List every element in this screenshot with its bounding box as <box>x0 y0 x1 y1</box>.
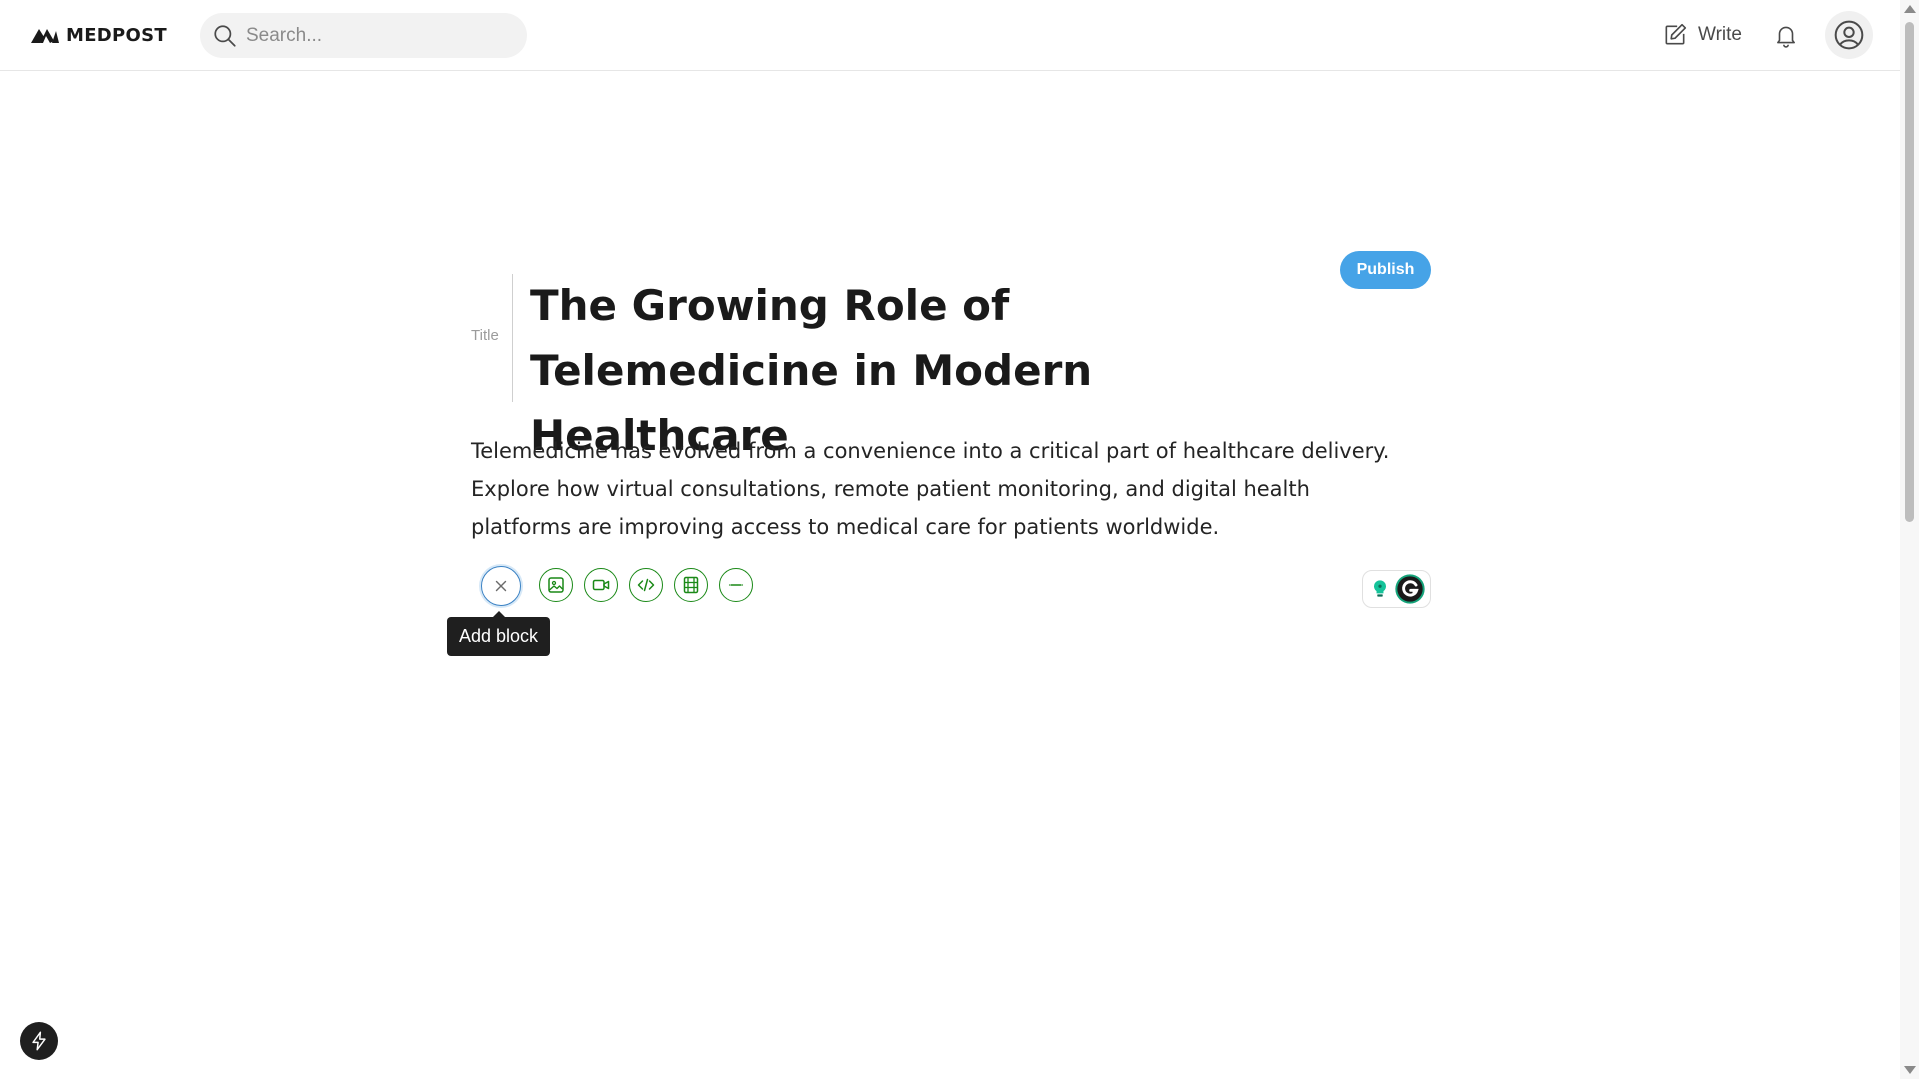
add-code-button[interactable] <box>629 568 663 602</box>
lightning-icon <box>32 1031 46 1051</box>
add-separator-button[interactable] <box>719 568 753 602</box>
film-embed-icon <box>683 576 699 594</box>
code-icon <box>637 578 655 592</box>
page-scrollbar[interactable] <box>1900 0 1919 1079</box>
separator-icon <box>728 584 744 586</box>
write-button[interactable]: Write <box>1662 20 1742 50</box>
logo-mark-icon <box>31 29 59 43</box>
close-icon <box>495 580 507 592</box>
grammarly-icon[interactable] <box>1394 573 1426 605</box>
story-body[interactable]: Telemedicine has evolved from a convenie… <box>471 432 1411 546</box>
user-icon <box>1834 20 1864 50</box>
title-divider <box>512 274 513 402</box>
bell-icon <box>1777 26 1795 48</box>
search-bar[interactable] <box>200 13 527 58</box>
add-embed-button[interactable] <box>674 568 708 602</box>
image-icon <box>548 577 564 593</box>
grammarly-widget[interactable] <box>1362 570 1431 608</box>
add-block-tooltip: Add block <box>447 611 551 656</box>
avatar[interactable] <box>1825 11 1873 59</box>
edit-icon <box>1665 23 1687 45</box>
publish-button[interactable]: Publish <box>1340 251 1431 289</box>
bolt-action-button[interactable] <box>20 1022 58 1060</box>
logo[interactable]: MEDPOST <box>30 24 167 46</box>
title-placeholder-label: Title <box>471 327 499 344</box>
notifications-button[interactable] <box>1771 20 1801 50</box>
scroll-up-arrow[interactable] <box>1904 5 1916 13</box>
brand-name: MEDPOST <box>66 24 167 46</box>
search-input[interactable] <box>246 24 506 47</box>
app-root: MEDPOST Write <box>0 0 1919 1079</box>
add-video-button[interactable] <box>584 568 618 602</box>
add-image-button[interactable] <box>539 568 573 602</box>
write-label: Write <box>1698 24 1742 45</box>
close-block-menu-button[interactable] <box>481 566 521 606</box>
scroll-thumb[interactable] <box>1905 22 1914 522</box>
scroll-down-arrow[interactable] <box>1904 1066 1916 1074</box>
lightbulb-icon[interactable] <box>1367 576 1393 602</box>
search-icon <box>214 24 236 47</box>
top-navbar: MEDPOST Write <box>0 0 1900 71</box>
video-icon <box>592 579 610 591</box>
